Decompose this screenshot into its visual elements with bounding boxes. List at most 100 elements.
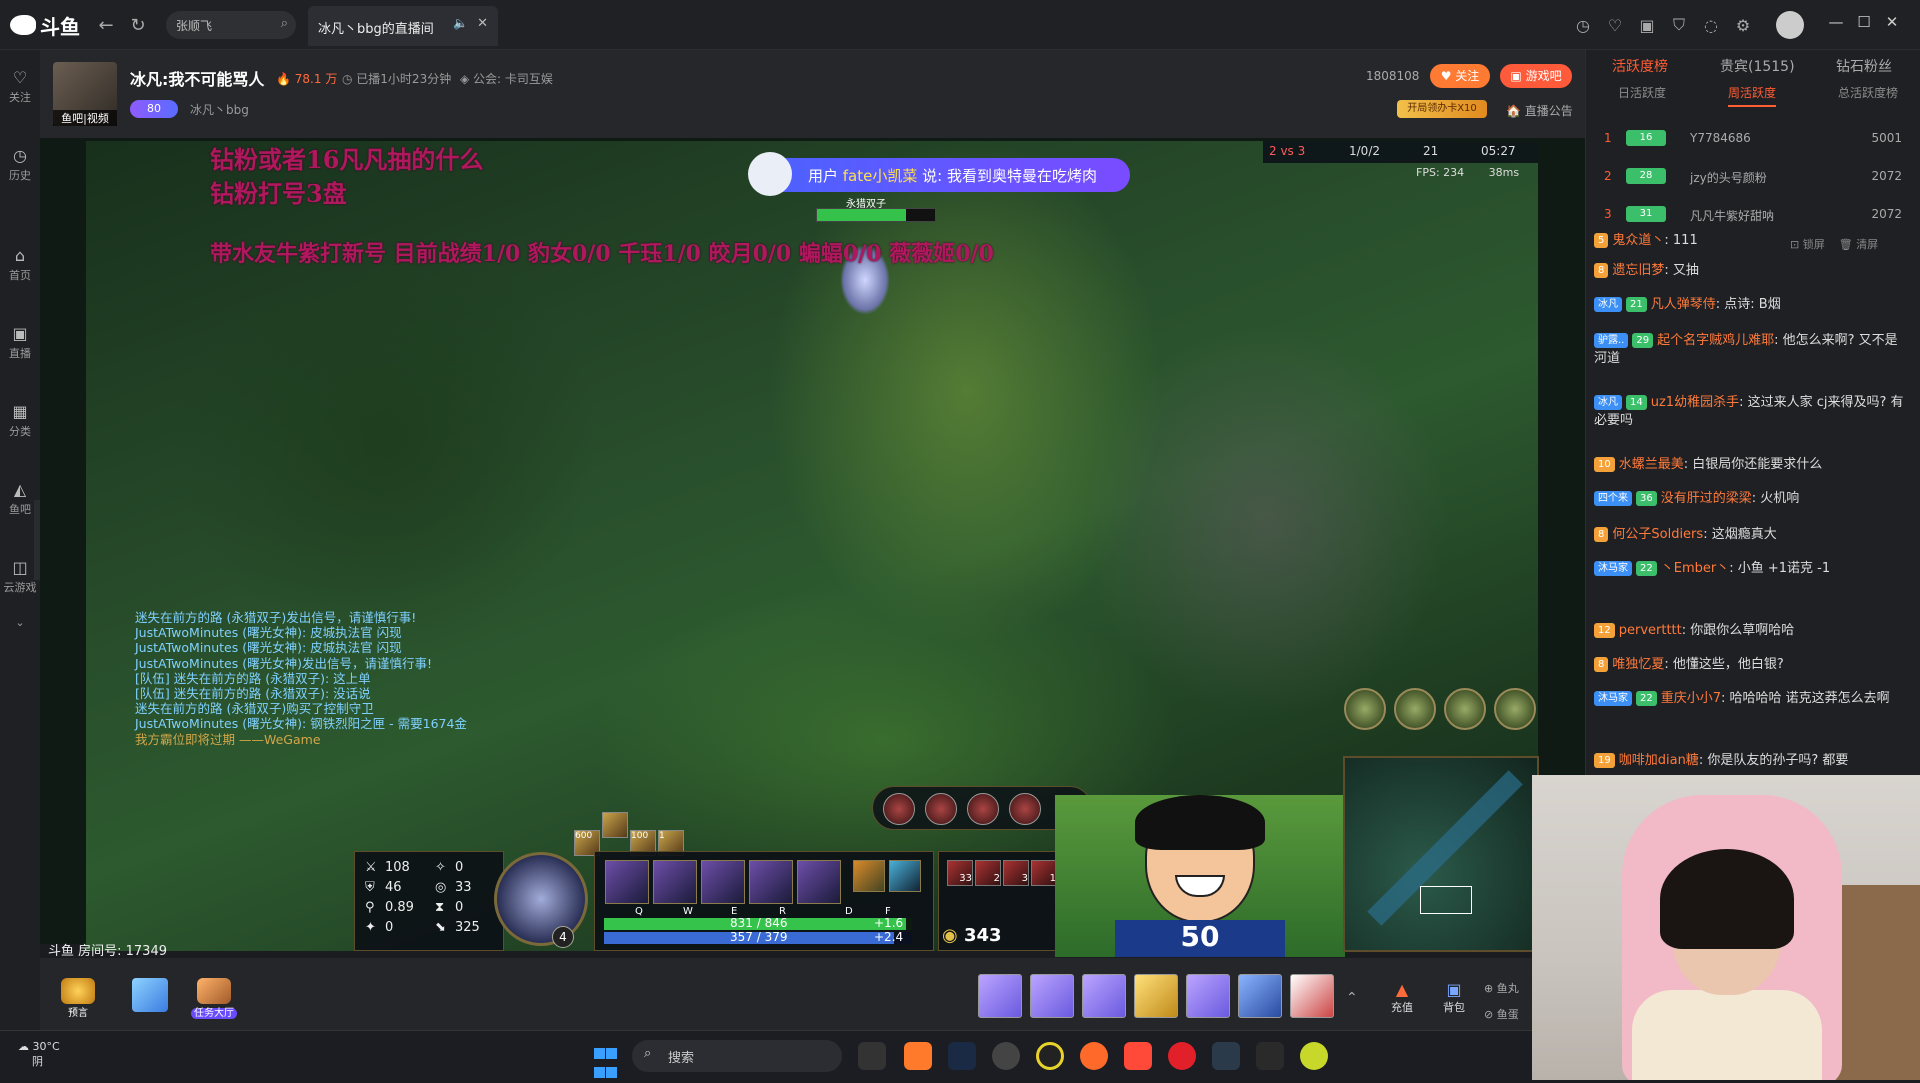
chat-username[interactable]: pervertttt xyxy=(1619,623,1682,638)
predict-label: 预言 xyxy=(68,1008,88,1019)
close-window-icon[interactable]: ✕ xyxy=(1880,13,1904,31)
lol-icon[interactable] xyxy=(1212,1042,1240,1070)
rank-row[interactable]: 1 16 Y7784686 5001 xyxy=(1598,120,1906,158)
predict-button[interactable]: 预言 xyxy=(56,978,100,1019)
chat-username[interactable]: 遗忘旧梦 xyxy=(1612,263,1664,278)
taskbar-search[interactable]: ⌕ 搜索 xyxy=(632,1040,842,1072)
gift-item[interactable] xyxy=(1134,974,1178,1018)
tab-vip[interactable]: 贵宾(1515) xyxy=(1720,56,1795,76)
chat-username[interactable]: 没有肝过的梁梁 xyxy=(1661,491,1752,506)
active-tab[interactable]: 冰凡丶bbg的直播间 🔈 ✕ xyxy=(308,6,498,46)
gift-item[interactable] xyxy=(1030,974,1074,1018)
message-icon[interactable]: ◌ xyxy=(1700,14,1722,36)
tab-diamond-fans[interactable]: 钻石粉丝 xyxy=(1836,56,1892,76)
chevron-up-icon[interactable]: ⌃ xyxy=(1346,990,1358,1006)
gift-plane[interactable] xyxy=(1290,974,1334,1018)
chat-username[interactable]: 何公子Soldiers xyxy=(1612,527,1703,542)
task-hall-button[interactable]: 任务大厅 xyxy=(186,978,242,1019)
douyu-app-icon[interactable] xyxy=(904,1042,932,1070)
announce-link[interactable]: 🏠 直播公告 xyxy=(1506,102,1573,119)
champion-health-bar xyxy=(816,208,936,222)
chat-message[interactable]: 12 pervertttt: 你跟你么草啊哈哈 xyxy=(1594,622,1906,640)
chat-username[interactable]: 唯独忆夏 xyxy=(1612,657,1664,672)
gift-item[interactable] xyxy=(1186,974,1230,1018)
app-icon[interactable] xyxy=(1256,1042,1284,1070)
chat-username[interactable]: uz1幼稚园杀手 xyxy=(1651,395,1739,410)
refresh-icon[interactable]: ↻ xyxy=(124,11,152,39)
gift-box-button[interactable] xyxy=(128,978,172,1018)
maximize-icon[interactable]: ☐ xyxy=(1852,13,1876,31)
firefox-icon[interactable] xyxy=(1080,1042,1108,1070)
gift-item[interactable] xyxy=(978,974,1022,1018)
anchor-name[interactable]: 冰凡丶bbg xyxy=(190,101,249,118)
settings-icon[interactable]: ⚙ xyxy=(1732,14,1754,36)
webcam-hair xyxy=(1660,849,1794,949)
gift-rocket[interactable] xyxy=(1238,974,1282,1018)
rank-row[interactable]: 2 28 jzy的头号颜粉 2072 xyxy=(1598,158,1906,196)
gamebar-button[interactable]: ▣ 游戏吧 xyxy=(1500,64,1572,88)
backpack-button[interactable]: ▣ 背包 xyxy=(1436,980,1472,1015)
subtab-total[interactable]: 总活跃度榜 xyxy=(1838,84,1898,101)
guild-info[interactable]: ◈ 公会: 卡司互娱 xyxy=(460,70,553,87)
avatar-tag[interactable]: 鱼吧|视频 xyxy=(53,110,117,126)
search-input[interactable]: 张顺飞 ⌕ xyxy=(166,11,296,39)
tab-activity-rank[interactable]: 活跃度榜 xyxy=(1612,56,1668,76)
steam-icon[interactable] xyxy=(948,1042,976,1070)
douyu-logo[interactable]: 斗鱼 xyxy=(10,10,80,40)
chat-message[interactable]: 8 何公子Soldiers: 这烟瘾真大 xyxy=(1594,526,1906,544)
chat-message[interactable]: 沐马家 22 丶Ember丶: 小鱼 +1诺克 -1 xyxy=(1594,560,1906,578)
chat-username[interactable]: 咖啡加dian糖 xyxy=(1619,753,1699,768)
chat-message[interactable]: 四个来 36 没有肝过的梁梁: 火机响 xyxy=(1594,490,1906,508)
sidebar-item-category[interactable]: ▦ 分类 xyxy=(0,402,40,439)
gold-counter: ◉ 343 xyxy=(942,925,1002,946)
gift-item[interactable] xyxy=(1082,974,1126,1018)
chat-username[interactable]: 水螺兰最美 xyxy=(1619,457,1684,472)
chevron-down-icon[interactable]: ⌄ xyxy=(0,616,40,629)
follow-button[interactable]: ♥ 关注 xyxy=(1430,64,1490,88)
chat-message[interactable]: 驴露.. 29 起个名字贼鸡儿难耶: 他怎么来啊? 又不是河道 xyxy=(1594,332,1906,368)
calendar-icon[interactable]: ▣ xyxy=(1636,14,1658,36)
subtab-daily[interactable]: 日活跃度 xyxy=(1618,84,1666,101)
chat-username[interactable]: 重庆小小7 xyxy=(1661,691,1721,706)
chat-message[interactable]: 5 鬼众道丶: 111 xyxy=(1594,232,1906,250)
chat-username[interactable]: 凡人弹琴侍 xyxy=(1651,297,1716,312)
sidebar-item-home[interactable]: ⌂ 首页 xyxy=(0,246,40,283)
shirt-icon[interactable]: ⛉ xyxy=(1668,14,1690,36)
app-icon[interactable] xyxy=(1036,1042,1064,1070)
chat-username[interactable]: 丶Ember丶 xyxy=(1661,561,1729,576)
chat-username[interactable]: 起个名字贼鸡儿难耶 xyxy=(1657,333,1774,348)
history-icon[interactable]: ◷ xyxy=(1572,14,1594,36)
back-arrow-icon[interactable]: ← xyxy=(92,11,120,39)
chat-message[interactable]: 10 水螺兰最美: 白银局你还能要求什么 xyxy=(1594,456,1906,474)
netease-music-icon[interactable] xyxy=(1168,1042,1196,1070)
search-icon[interactable]: ⌕ xyxy=(281,16,288,31)
sidebar-item-live[interactable]: ▣ 直播 xyxy=(0,324,40,361)
chat-message[interactable]: 8 遗忘旧梦: 又抽 xyxy=(1594,262,1906,280)
windows-start-icon[interactable] xyxy=(594,1045,618,1078)
close-tab-icon[interactable]: ✕ xyxy=(477,16,488,31)
task-view-icon[interactable] xyxy=(858,1042,886,1070)
chat-message[interactable]: 19 咖啡加dian糖: 你是队友的孙子吗? 都要 xyxy=(1594,752,1906,770)
weather-widget[interactable]: ☁ 30°C 阴 xyxy=(18,1040,60,1069)
chat-message[interactable]: 沐马家 22 重庆小小7: 哈哈哈哈 诺克这莽怎么去啊 xyxy=(1594,690,1906,708)
chat-message[interactable]: 冰凡 14 uz1幼稚园杀手: 这过来人家 cj来得及吗? 有必要吗 xyxy=(1594,394,1906,430)
speaker-icon[interactable]: 🔈 xyxy=(453,16,468,30)
chat-message[interactable]: 冰凡 21 凡人弹琴侍: 点诗: B烟 xyxy=(1594,296,1906,314)
recharge-button[interactable]: ▲ 充值 xyxy=(1384,980,1420,1015)
gold-coin-icon: ◉ xyxy=(942,925,958,946)
sidebar-item-history[interactable]: ◷ 历史 xyxy=(0,146,40,183)
chat-username[interactable]: 鬼众道丶 xyxy=(1612,233,1664,248)
app-icon[interactable] xyxy=(1300,1042,1328,1070)
gamebar-label: 游戏吧 xyxy=(1525,69,1562,83)
game-stats-bar: 2 vs 3 1/0/2 21 05:27 xyxy=(1263,141,1538,163)
app-icon[interactable] xyxy=(992,1042,1020,1070)
app-icon[interactable] xyxy=(1124,1042,1152,1070)
heart-icon[interactable]: ♡ xyxy=(1604,14,1626,36)
sidebar-item-follow[interactable]: ♡ 关注 xyxy=(0,68,40,105)
event-badge[interactable]: 开局领办卡X10 xyxy=(1397,100,1487,118)
chat-message[interactable]: 8 唯独忆夏: 他懂这些，他白银? xyxy=(1594,656,1906,674)
subtab-weekly[interactable]: 周活跃度 xyxy=(1728,84,1777,107)
user-avatar[interactable] xyxy=(1776,11,1804,39)
minimize-icon[interactable]: — xyxy=(1824,13,1848,31)
rank-row[interactable]: 3 31 凡凡牛紫好甜呐 2072 xyxy=(1598,196,1906,234)
